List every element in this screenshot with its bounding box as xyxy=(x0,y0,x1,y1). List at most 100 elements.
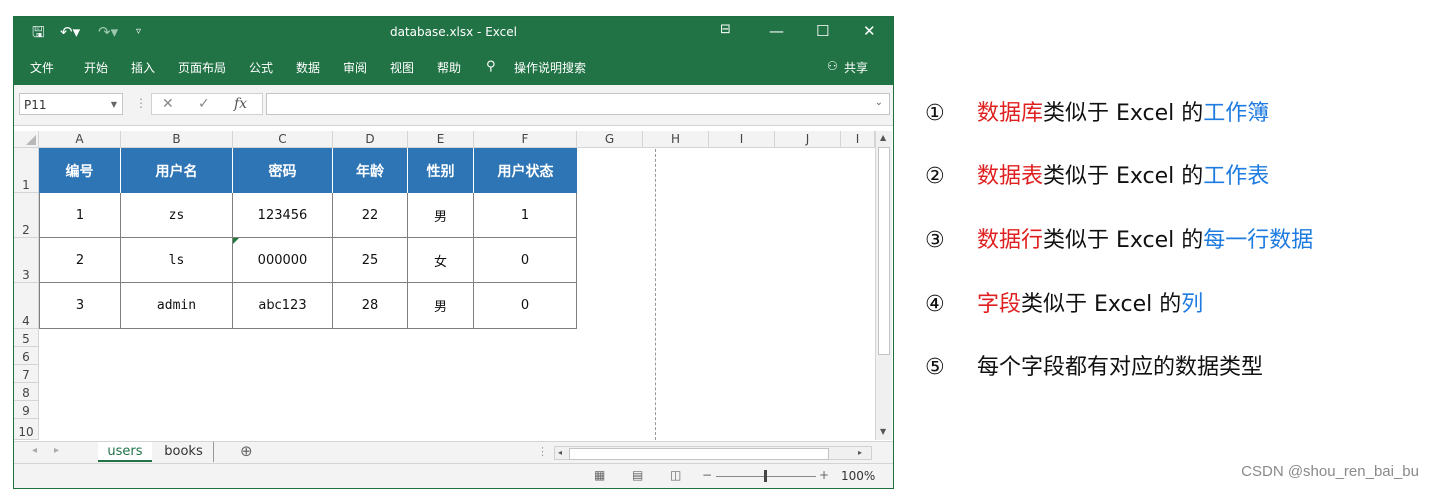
ribbon-tabs: 文件 开始 插入 页面布局 公式 数据 审阅 视图 帮助 ⚲ 操作说明搜索 ⚇ … xyxy=(14,49,893,85)
zoom-level[interactable]: 100% xyxy=(841,469,875,483)
status-bar: ▦ ▤ ◫ − + 100% xyxy=(14,463,893,488)
table-header-cell[interactable]: 性别 xyxy=(408,148,474,193)
insert-function-icon[interactable]: fx xyxy=(234,96,247,112)
table-cell[interactable]: 123456 xyxy=(233,193,333,238)
table-cell[interactable]: 22 xyxy=(333,193,408,238)
table-cell[interactable]: ls xyxy=(121,238,233,283)
window-title: database.xlsx - Excel xyxy=(390,25,517,39)
enter-icon[interactable]: ✓ xyxy=(198,96,210,112)
sheet-tab-users[interactable]: users xyxy=(98,442,152,462)
name-box[interactable]: P11 ▼ xyxy=(19,93,123,115)
formula-input[interactable]: ⌄ xyxy=(266,93,890,115)
tab-file[interactable]: 文件 xyxy=(30,59,54,76)
formula-bar: P11 ▼ ⋮ ✕ ✓ fx ⌄ xyxy=(14,85,893,126)
scroll-left-icon[interactable]: ◂ xyxy=(558,448,562,457)
row-header-8[interactable]: 8 xyxy=(14,383,39,401)
table-cell[interactable]: 0 xyxy=(474,238,577,283)
row-header-5[interactable]: 5 xyxy=(14,329,39,347)
person-icon: ⚇ xyxy=(827,59,838,73)
table-cell[interactable]: 1 xyxy=(474,193,577,238)
select-all-corner[interactable] xyxy=(14,131,39,148)
add-sheet-button[interactable]: ⊕ xyxy=(240,442,253,460)
table-cell[interactable]: 男 xyxy=(408,283,474,329)
column-header-b[interactable]: B xyxy=(121,131,233,148)
tab-view[interactable]: 视图 xyxy=(390,59,414,76)
row-header-2[interactable]: 2 xyxy=(14,193,39,238)
tab-data[interactable]: 数据 xyxy=(296,59,320,76)
row-header-9[interactable]: 9 xyxy=(14,401,39,419)
column-header-c[interactable]: C xyxy=(233,131,333,148)
split-grip-icon[interactable]: ⋮ xyxy=(537,445,548,458)
column-header-i[interactable]: I xyxy=(709,131,775,148)
row-header-3[interactable]: 3 xyxy=(14,238,39,283)
column-header-j[interactable]: J xyxy=(775,131,841,148)
tab-review[interactable]: 审阅 xyxy=(343,59,367,76)
minimize-button[interactable]: — xyxy=(769,22,784,40)
maximize-button[interactable]: ☐ xyxy=(816,22,829,40)
table-cell[interactable]: 1 xyxy=(39,193,121,238)
column-header-f[interactable]: F xyxy=(474,131,577,148)
expand-formula-icon[interactable]: ⌄ xyxy=(875,97,883,108)
vertical-scrollbar[interactable]: ▲ ▼ xyxy=(875,131,892,440)
tab-home[interactable]: 开始 xyxy=(84,59,108,76)
column-header-e[interactable]: E xyxy=(408,131,474,148)
tab-formulas[interactable]: 公式 xyxy=(249,59,273,76)
column-header-d[interactable]: D xyxy=(333,131,408,148)
column-header-h[interactable]: H xyxy=(643,131,709,148)
table-cell[interactable]: 0 xyxy=(474,283,577,329)
tell-me-search[interactable]: 操作说明搜索 xyxy=(514,59,586,76)
sheet-tab-books[interactable]: books xyxy=(154,442,214,462)
cancel-icon[interactable]: ✕ xyxy=(162,96,174,112)
tab-help[interactable]: 帮助 xyxy=(437,59,461,76)
table-cell[interactable]: 000000 xyxy=(233,238,333,283)
table-header-cell[interactable]: 用户名 xyxy=(121,148,233,193)
row-header-4[interactable]: 4 xyxy=(14,283,39,329)
tab-scroll-right-icon[interactable]: ▸ xyxy=(54,445,59,456)
table-cell[interactable]: 28 xyxy=(333,283,408,329)
share-button[interactable]: 共享 xyxy=(844,59,868,76)
close-button[interactable]: ✕ xyxy=(863,22,876,40)
column-header-a[interactable]: A xyxy=(39,131,121,148)
tab-page-layout[interactable]: 页面布局 xyxy=(178,59,226,76)
table-cell[interactable]: admin xyxy=(121,283,233,329)
title-bar: 🖫 ↶▾ ↷▾ ▿ database.xlsx - Excel ⊟ — ☐ ✕ xyxy=(14,17,893,49)
zoom-in-button[interactable]: + xyxy=(819,468,829,482)
column-header-k[interactable]: I xyxy=(841,131,875,148)
chevron-down-icon[interactable]: ▼ xyxy=(111,94,117,116)
watermark: CSDN @shou_ren_bai_bu xyxy=(1241,463,1419,480)
scroll-down-icon[interactable]: ▼ xyxy=(880,427,886,436)
row-header-10[interactable]: 10 xyxy=(14,419,39,440)
table-header-cell[interactable]: 密码 xyxy=(233,148,333,193)
column-header-g[interactable]: G xyxy=(577,131,643,148)
page-layout-view-icon[interactable]: ▤ xyxy=(632,468,643,482)
row-header-6[interactable]: 6 xyxy=(14,347,39,365)
page-break-view-icon[interactable]: ◫ xyxy=(670,468,681,482)
zoom-out-button[interactable]: − xyxy=(702,468,712,482)
table-header-cell[interactable]: 用户状态 xyxy=(474,148,577,193)
horizontal-scrollbar[interactable]: ◂ ▸ xyxy=(554,446,872,460)
scroll-up-icon[interactable]: ▲ xyxy=(880,133,886,142)
table-cell[interactable]: 3 xyxy=(39,283,121,329)
table-cell[interactable]: zs xyxy=(121,193,233,238)
normal-view-icon[interactable]: ▦ xyxy=(594,468,605,482)
note-item: ② 数据表类似于 Excel 的工作表 xyxy=(925,164,1270,189)
table-header-cell[interactable]: 编号 xyxy=(39,148,121,193)
page-break-line xyxy=(655,149,656,440)
table-cell[interactable]: 男 xyxy=(408,193,474,238)
name-box-value: P11 xyxy=(24,98,47,112)
vertical-scroll-thumb[interactable] xyxy=(878,147,890,355)
table-cell[interactable]: 2 xyxy=(39,238,121,283)
table-cell[interactable]: 女 xyxy=(408,238,474,283)
tab-scroll-left-icon[interactable]: ◂ xyxy=(32,445,37,456)
ribbon-display-icon[interactable]: ⊟ xyxy=(720,22,731,37)
zoom-slider-thumb[interactable] xyxy=(764,470,767,482)
row-header-1[interactable]: 1 xyxy=(14,148,39,193)
table-cell[interactable]: abc123 xyxy=(233,283,333,329)
tab-insert[interactable]: 插入 xyxy=(131,59,155,76)
table-header-cell[interactable]: 年龄 xyxy=(333,148,408,193)
table-cell[interactable]: 25 xyxy=(333,238,408,283)
row-header-7[interactable]: 7 xyxy=(14,365,39,383)
note-item: ⑤ 每个字段都有对应的数据类型 xyxy=(925,355,1264,380)
horizontal-scroll-thumb[interactable] xyxy=(569,448,829,460)
scroll-right-icon[interactable]: ▸ xyxy=(858,448,862,457)
